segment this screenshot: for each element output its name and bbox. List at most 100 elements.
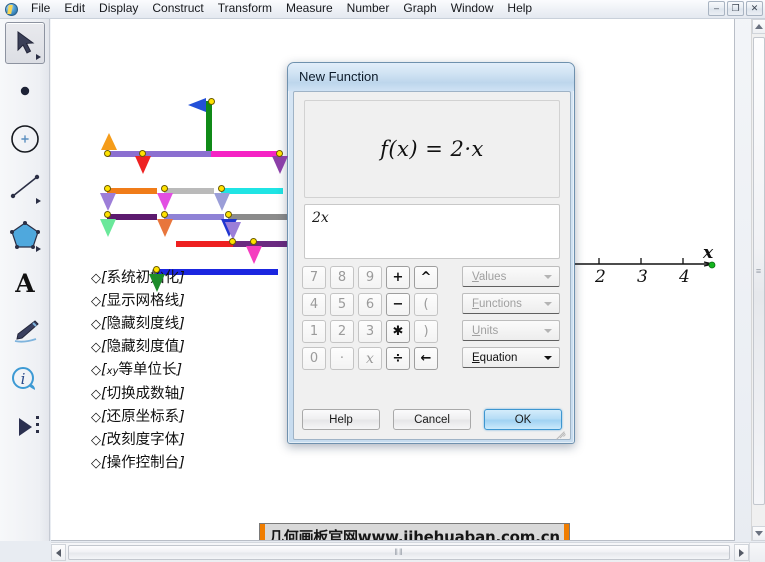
menu-measure[interactable]: Measure bbox=[279, 0, 340, 18]
action-button-magenta[interactable] bbox=[211, 151, 279, 157]
marker-tool[interactable] bbox=[0, 307, 50, 355]
key-3[interactable]: 3 bbox=[358, 320, 382, 343]
key-9[interactable]: 9 bbox=[358, 266, 382, 289]
compass-circle-tool[interactable] bbox=[0, 115, 50, 163]
widget-knob[interactable] bbox=[208, 98, 215, 105]
command-control-panel[interactable]: ◇[操作控制台] bbox=[91, 452, 185, 475]
menu-help[interactable]: Help bbox=[500, 0, 539, 18]
command-hide-tickvalues[interactable]: ◇[隐藏刻度值] bbox=[91, 336, 185, 359]
widget-knob[interactable] bbox=[139, 150, 146, 157]
chevron-down-icon bbox=[544, 274, 552, 279]
menu-window[interactable]: Window bbox=[444, 0, 501, 18]
information-tool[interactable]: i bbox=[0, 355, 50, 403]
command-show-grid[interactable]: ◇[显示网格线] bbox=[91, 290, 185, 313]
action-button-red[interactable] bbox=[176, 241, 233, 247]
menu-edit[interactable]: Edit bbox=[57, 0, 92, 18]
key-divide[interactable]: ÷ bbox=[386, 347, 410, 370]
key-plus[interactable]: + bbox=[386, 266, 410, 289]
widget-knob[interactable] bbox=[161, 211, 168, 218]
action-button-gray[interactable] bbox=[228, 214, 288, 220]
widget-knob[interactable] bbox=[276, 150, 283, 157]
blue-flag-cone bbox=[188, 98, 206, 112]
action-button-green-vertical[interactable] bbox=[206, 101, 212, 153]
horizontal-scrollbar[interactable]: ‖‖ bbox=[51, 542, 749, 562]
menu-display[interactable]: Display bbox=[92, 0, 145, 18]
scroll-left-button[interactable] bbox=[51, 544, 66, 561]
action-button-purple-main[interactable] bbox=[107, 151, 213, 157]
key-7[interactable]: 7 bbox=[302, 266, 326, 289]
command-switch-to-axis[interactable]: ◇[切换成数轴] bbox=[91, 383, 185, 406]
action-button-lavender[interactable] bbox=[164, 214, 224, 220]
functions-dropdown[interactable]: Functions bbox=[462, 293, 560, 314]
menu-construct[interactable]: Construct bbox=[145, 0, 210, 18]
vertical-scroll-thumb[interactable]: ≡ bbox=[753, 37, 765, 505]
widget-knob[interactable] bbox=[250, 238, 257, 245]
custom-tool[interactable] bbox=[0, 403, 50, 451]
key-8[interactable]: 8 bbox=[330, 266, 354, 289]
key-paren-close[interactable]: ) bbox=[414, 320, 438, 343]
key-decimal[interactable]: · bbox=[330, 347, 354, 370]
key-power[interactable]: ^ bbox=[414, 266, 438, 289]
widget-knob[interactable] bbox=[225, 211, 232, 218]
scroll-down-button[interactable] bbox=[752, 526, 765, 541]
point-tool[interactable] bbox=[0, 67, 50, 115]
key-x-variable[interactable]: x bbox=[358, 347, 382, 370]
function-expression-input[interactable]: 2x bbox=[304, 204, 560, 259]
key-multiply[interactable]: ✱ bbox=[386, 320, 410, 343]
key-0[interactable]: 0 bbox=[302, 347, 326, 370]
key-backspace[interactable]: ← bbox=[414, 347, 438, 370]
tool-submenu-arrow[interactable] bbox=[36, 54, 41, 60]
command-equal-unit-length[interactable]: ◇[xy等单位长] bbox=[91, 359, 185, 383]
vertical-scrollbar[interactable]: ≡ bbox=[751, 19, 765, 541]
action-button-cyan[interactable] bbox=[221, 188, 283, 194]
arrow-select-tool[interactable] bbox=[0, 19, 50, 67]
key-2[interactable]: 2 bbox=[330, 320, 354, 343]
tool-submenu-arrow[interactable] bbox=[36, 246, 41, 252]
command-change-tick-font[interactable]: ◇[改刻度字体] bbox=[91, 429, 185, 452]
x-axis-number-line[interactable]: 2 3 4 x bbox=[561, 244, 727, 296]
widget-knob[interactable] bbox=[229, 238, 236, 245]
widget-knob[interactable] bbox=[218, 185, 225, 192]
red-cone bbox=[135, 156, 151, 174]
horizontal-scroll-thumb[interactable]: ‖‖ bbox=[68, 545, 730, 560]
command-system-init[interactable]: ◇[系统初始化] bbox=[91, 267, 185, 290]
menu-graph[interactable]: Graph bbox=[396, 0, 443, 18]
command-restore-coords[interactable]: ◇[还原坐标系] bbox=[91, 406, 185, 429]
key-4[interactable]: 4 bbox=[302, 293, 326, 316]
key-5[interactable]: 5 bbox=[330, 293, 354, 316]
widget-knob[interactable] bbox=[104, 185, 111, 192]
key-6[interactable]: 6 bbox=[358, 293, 382, 316]
new-function-dialog[interactable]: New Function f(x) = 2·x 2x 7 8 9 + ^ 4 5… bbox=[287, 62, 575, 444]
ok-button[interactable]: OK bbox=[484, 409, 562, 430]
equation-dropdown[interactable]: Equation bbox=[462, 347, 560, 368]
scroll-right-button[interactable] bbox=[734, 544, 749, 561]
menu-file[interactable]: File bbox=[24, 0, 57, 18]
widget-knob[interactable] bbox=[161, 185, 168, 192]
command-hide-tickmarks[interactable]: ◇[隐藏刻度线] bbox=[91, 313, 185, 336]
function-expression-value: 2x bbox=[312, 210, 329, 226]
cancel-button[interactable]: Cancel bbox=[393, 409, 471, 430]
help-button[interactable]: Help bbox=[302, 409, 380, 430]
key-minus[interactable]: − bbox=[386, 293, 410, 316]
minimize-button[interactable]: – bbox=[708, 1, 725, 16]
widget-knob[interactable] bbox=[153, 266, 160, 273]
scroll-up-button[interactable] bbox=[752, 19, 765, 34]
close-button[interactable]: ✕ bbox=[746, 1, 763, 16]
widget-knob[interactable] bbox=[104, 150, 111, 157]
key-1[interactable]: 1 bbox=[302, 320, 326, 343]
key-paren-open[interactable]: ( bbox=[414, 293, 438, 316]
tool-submenu-arrow[interactable] bbox=[36, 198, 41, 204]
dialog-resize-handle[interactable] bbox=[555, 425, 567, 440]
units-dropdown[interactable]: Units bbox=[462, 320, 560, 341]
keypad-row: 1 2 3 ✱ ) bbox=[302, 320, 450, 343]
sketchpad-window: File Edit Display Construct Transform Me… bbox=[0, 0, 765, 562]
menu-transform[interactable]: Transform bbox=[211, 0, 279, 18]
widget-knob[interactable] bbox=[104, 211, 111, 218]
polygon-tool[interactable] bbox=[0, 211, 50, 259]
menu-number[interactable]: Number bbox=[340, 0, 397, 18]
values-dropdown[interactable]: Values bbox=[462, 266, 560, 287]
restore-button[interactable]: ❐ bbox=[727, 1, 744, 16]
dialog-title-bar[interactable]: New Function bbox=[288, 63, 574, 91]
straightedge-tool[interactable] bbox=[0, 163, 50, 211]
text-tool[interactable]: A bbox=[0, 259, 50, 307]
